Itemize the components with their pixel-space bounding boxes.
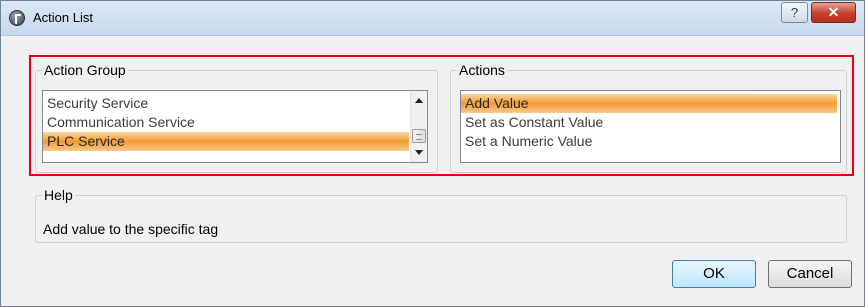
ok-button[interactable]: OK bbox=[672, 260, 756, 288]
help-button[interactable]: ? bbox=[781, 2, 808, 23]
help-text: Add value to the specific tag bbox=[43, 221, 219, 237]
title-bar: Action List ? ✕ bbox=[1, 1, 864, 36]
highlight-frame bbox=[29, 55, 854, 176]
close-button[interactable]: ✕ bbox=[811, 2, 856, 23]
close-icon: ✕ bbox=[827, 4, 840, 20]
help-icon: ? bbox=[790, 5, 799, 20]
cancel-button[interactable]: Cancel bbox=[768, 260, 852, 288]
window-title: Action List bbox=[33, 10, 93, 25]
action-list-dialog: Action List ? ✕ Action Group Security Se… bbox=[0, 0, 865, 307]
help-label: Help bbox=[42, 187, 75, 203]
app-logo-icon bbox=[9, 10, 25, 26]
